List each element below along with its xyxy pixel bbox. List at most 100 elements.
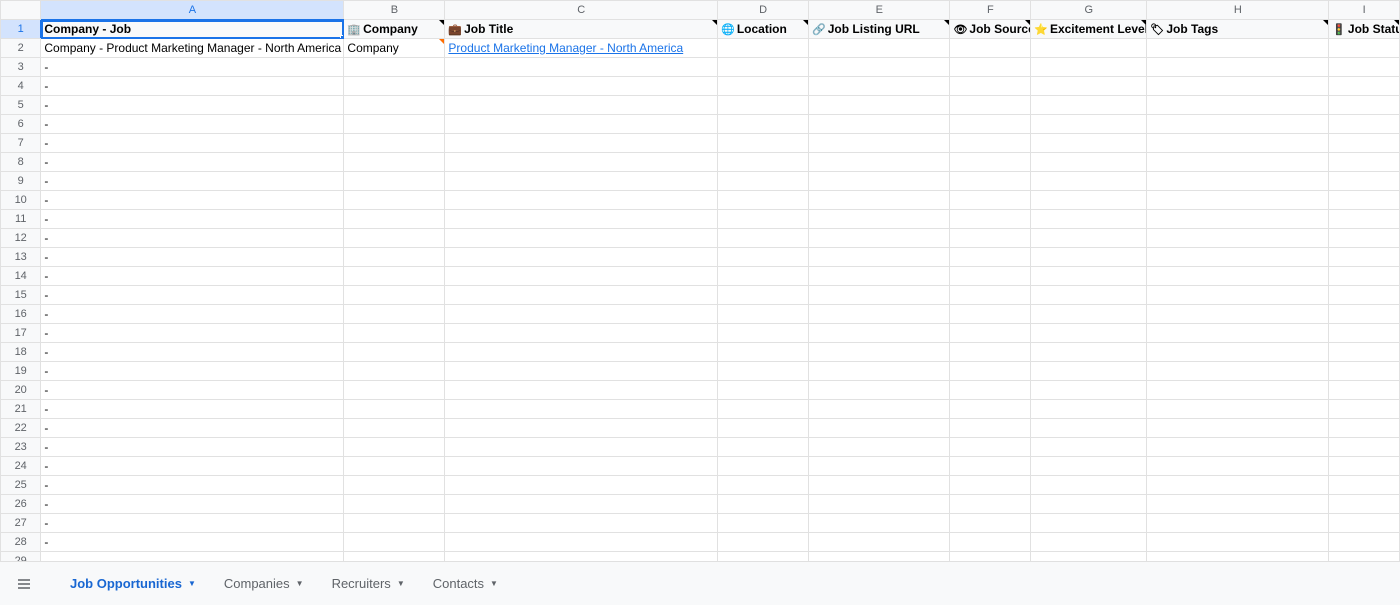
cell[interactable] [445, 324, 718, 343]
cell[interactable] [1031, 419, 1147, 438]
cell[interactable] [344, 362, 445, 381]
cell[interactable] [950, 476, 1031, 495]
row-header-11[interactable]: 11 [1, 210, 41, 229]
cell[interactable] [718, 514, 809, 533]
cell[interactable] [809, 400, 950, 419]
cell[interactable] [1329, 343, 1400, 362]
cell[interactable] [718, 229, 809, 248]
cell[interactable] [1329, 305, 1400, 324]
cell[interactable] [344, 115, 445, 134]
cell[interactable]: ⭐Excitement Level [1031, 20, 1147, 39]
cell[interactable] [809, 533, 950, 552]
cell[interactable] [718, 286, 809, 305]
cell[interactable] [1329, 134, 1400, 153]
cell[interactable] [809, 476, 950, 495]
cell[interactable] [718, 400, 809, 419]
cell[interactable] [1147, 400, 1329, 419]
cell[interactable] [1031, 438, 1147, 457]
col-header-B[interactable]: B [344, 1, 445, 20]
cell[interactable] [1329, 267, 1400, 286]
cell[interactable] [445, 476, 718, 495]
cell[interactable] [1329, 172, 1400, 191]
cell[interactable] [1147, 77, 1329, 96]
cell[interactable] [445, 362, 718, 381]
col-header-F[interactable]: F [950, 1, 1031, 20]
cell[interactable] [809, 58, 950, 77]
cell[interactable] [445, 58, 718, 77]
cell[interactable] [445, 514, 718, 533]
select-all-corner[interactable] [1, 1, 41, 20]
cell[interactable] [950, 39, 1031, 58]
cell[interactable] [1031, 58, 1147, 77]
row-header-5[interactable]: 5 [1, 96, 41, 115]
cell[interactable] [1329, 58, 1400, 77]
col-header-I[interactable]: I [1329, 1, 1400, 20]
cell[interactable] [809, 362, 950, 381]
cell[interactable] [1147, 362, 1329, 381]
cell[interactable] [1031, 362, 1147, 381]
row-header-18[interactable]: 18 [1, 343, 41, 362]
row-header-8[interactable]: 8 [1, 153, 41, 172]
cell[interactable] [1031, 495, 1147, 514]
cell[interactable] [1329, 438, 1400, 457]
cell[interactable] [718, 115, 809, 134]
cell[interactable] [809, 229, 950, 248]
cell[interactable] [1147, 514, 1329, 533]
row-header-15[interactable]: 15 [1, 286, 41, 305]
cell[interactable] [1031, 324, 1147, 343]
cell[interactable] [950, 362, 1031, 381]
cell[interactable] [445, 343, 718, 362]
cell[interactable] [344, 267, 445, 286]
cell[interactable]: - [41, 115, 344, 134]
cell[interactable] [950, 267, 1031, 286]
cell[interactable] [445, 286, 718, 305]
cell[interactable] [718, 58, 809, 77]
cell[interactable] [1147, 533, 1329, 552]
cell[interactable] [344, 552, 445, 562]
cell[interactable] [344, 286, 445, 305]
cell[interactable] [1147, 343, 1329, 362]
cell[interactable] [809, 286, 950, 305]
cell[interactable] [950, 286, 1031, 305]
cell[interactable] [809, 419, 950, 438]
cell[interactable] [1329, 77, 1400, 96]
cell[interactable] [1329, 248, 1400, 267]
cell[interactable] [1147, 134, 1329, 153]
cell[interactable] [1031, 514, 1147, 533]
cell[interactable] [950, 58, 1031, 77]
cell[interactable] [1329, 324, 1400, 343]
cell[interactable] [1031, 400, 1147, 419]
cell[interactable]: - [41, 172, 344, 191]
chevron-down-icon[interactable]: ▼ [490, 579, 498, 588]
cell[interactable] [344, 381, 445, 400]
cell[interactable]: - [41, 419, 344, 438]
cell[interactable] [344, 153, 445, 172]
cell[interactable] [809, 191, 950, 210]
cell[interactable] [1329, 381, 1400, 400]
sheet-tab[interactable]: Job Opportunities▼ [60, 570, 206, 598]
cell[interactable] [950, 77, 1031, 96]
cell[interactable] [950, 96, 1031, 115]
cell[interactable] [1329, 400, 1400, 419]
cell[interactable] [1031, 457, 1147, 476]
cell[interactable] [718, 381, 809, 400]
cell[interactable] [1031, 115, 1147, 134]
cell[interactable] [950, 381, 1031, 400]
cell[interactable] [1329, 39, 1400, 58]
chevron-down-icon[interactable]: ▼ [397, 579, 405, 588]
cell[interactable] [1329, 210, 1400, 229]
cell[interactable] [809, 457, 950, 476]
cell[interactable] [718, 533, 809, 552]
cell[interactable] [809, 552, 950, 562]
cell[interactable] [950, 324, 1031, 343]
chevron-down-icon[interactable]: ▼ [188, 579, 196, 588]
cell[interactable] [1329, 286, 1400, 305]
cell[interactable] [1147, 153, 1329, 172]
cell[interactable]: - [41, 514, 344, 533]
cell[interactable]: - [41, 495, 344, 514]
cell[interactable] [1329, 153, 1400, 172]
cell[interactable] [1147, 172, 1329, 191]
cell[interactable] [344, 210, 445, 229]
cell[interactable] [809, 77, 950, 96]
cell[interactable] [950, 248, 1031, 267]
